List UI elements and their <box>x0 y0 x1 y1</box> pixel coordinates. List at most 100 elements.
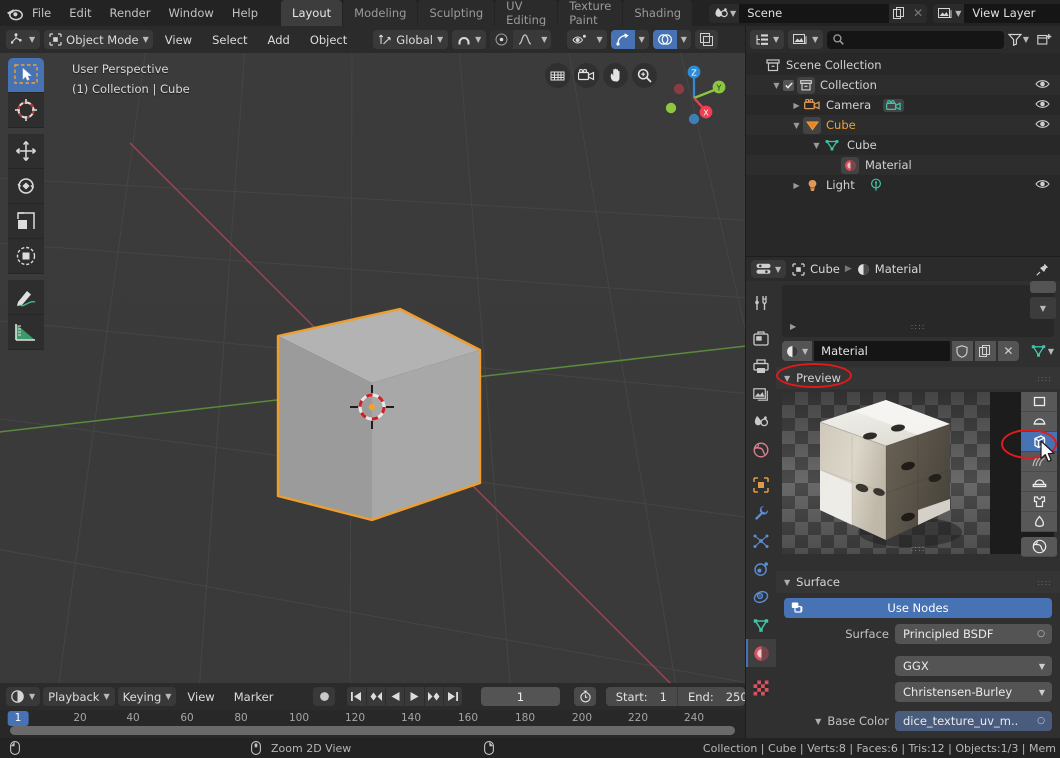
fake-user-shield-icon[interactable] <box>951 341 973 361</box>
gizmo-group[interactable]: ▼ <box>610 30 649 49</box>
preview-shape-sphere[interactable] <box>1021 412 1057 432</box>
surface-panel-collapse-icon[interactable]: ▼ <box>784 578 790 587</box>
proportional-editing-group[interactable]: ▼ <box>490 30 552 49</box>
overlays-dropdown-chevron-icon[interactable]: ▼ <box>677 30 691 49</box>
collection-visibility-eye-icon[interactable] <box>1035 78 1050 90</box>
menu-edit[interactable]: Edit <box>60 3 100 23</box>
gizmo-icon[interactable] <box>610 30 635 49</box>
workspace-tab-layout[interactable]: Layout <box>281 0 343 26</box>
properties-tab-modifier[interactable] <box>746 499 776 527</box>
properties-tab-material[interactable] <box>746 639 776 667</box>
outliner-search-input[interactable] <box>827 30 1004 49</box>
workspace-tab-sculpting[interactable]: Sculpting <box>418 0 495 26</box>
viewport-menu-view[interactable]: View <box>157 30 200 49</box>
transform-orientation-selector[interactable]: Global ▼ <box>373 30 449 49</box>
surface-panel-grip-icon[interactable]: :::: <box>1037 578 1052 587</box>
outliner-row-light[interactable]: ▶ Light <box>746 175 1060 195</box>
tool-scale[interactable] <box>8 204 44 239</box>
chevron-down-icon[interactable]: ▼ <box>1039 662 1045 671</box>
timeline-menu-keying[interactable]: Keying ▼ <box>117 687 177 706</box>
base-color-socket-icon[interactable]: ○ <box>1037 716 1045 726</box>
scene-name[interactable]: Scene <box>739 3 890 23</box>
expand-triangle-right-icon[interactable]: ▶ <box>790 101 803 110</box>
expand-triangle-down-icon[interactable]: ▼ <box>790 121 803 130</box>
breadcrumb-object-label[interactable]: Cube <box>810 262 840 276</box>
timeline-menu-playback[interactable]: Playback ▼ <box>43 687 115 706</box>
timeline-ruler[interactable]: 1 20 40 60 80 100 120 140 160 180 200 22… <box>0 710 745 738</box>
properties-tab-tool[interactable] <box>746 289 776 317</box>
view-layer-selector[interactable]: ▼ View Layer ✕ <box>933 3 1060 23</box>
scene-browse-icon[interactable]: ▼ <box>709 3 740 23</box>
menu-file[interactable]: File <box>23 3 60 23</box>
material-slot-specials-menu[interactable]: ▼ <box>1030 297 1056 319</box>
material-slot-grip-icon[interactable]: :::: <box>911 322 926 331</box>
outliner-row-collection[interactable]: ▼ Collection <box>746 75 1060 95</box>
scene-selector[interactable]: ▼ Scene ✕ <box>709 3 928 23</box>
properties-tab-object[interactable] <box>746 471 776 499</box>
blender-logo-icon[interactable] <box>6 3 23 23</box>
surface-panel-header[interactable]: ▼ Surface :::: <box>776 571 1060 593</box>
material-data-slot-icon[interactable]: ▼ <box>1031 344 1054 358</box>
visibility-group[interactable]: ▼ <box>567 30 607 49</box>
workspace-tab-texture-paint[interactable]: Texture Paint <box>558 0 623 27</box>
properties-tab-data[interactable] <box>746 611 776 639</box>
timeline-menu-view[interactable]: View <box>179 687 222 706</box>
editor-type-properties-icon[interactable]: ▼ <box>751 260 787 278</box>
start-frame-field[interactable]: Start: 1 <box>606 687 677 706</box>
light-visibility-eye-icon[interactable] <box>1035 178 1050 190</box>
prev-keyframe-icon[interactable] <box>365 687 385 706</box>
overlays-group[interactable]: ▼ <box>652 30 691 49</box>
current-frame-field[interactable]: 1 <box>480 687 560 706</box>
pan-hand-icon[interactable] <box>603 63 628 88</box>
menu-render[interactable]: Render <box>101 3 160 23</box>
camera-visibility-eye-icon[interactable] <box>1035 98 1050 110</box>
collection-checkbox[interactable] <box>783 79 794 91</box>
jump-start-icon[interactable] <box>347 687 366 706</box>
outliner-filter-button[interactable]: ▼ <box>1007 33 1029 46</box>
preview-panel-header[interactable]: ▼ Preview :::: <box>776 367 1060 389</box>
view-layer-name[interactable]: View Layer <box>964 3 1060 23</box>
surface-shader-socket-icon[interactable]: ○ <box>1037 629 1045 639</box>
use-preview-range-icon[interactable] <box>574 687 597 706</box>
material-preview-render[interactable]: :::: <box>782 392 1057 557</box>
view-layer-browse-icon[interactable]: ▼ <box>933 3 965 23</box>
material-slot-list[interactable]: ▶ :::: <box>782 285 1054 337</box>
tool-measure[interactable] <box>8 315 44 350</box>
properties-panel[interactable]: ▶ :::: ▼ ▼ Material ✕ ▼ ▼ Preview:::::… <box>776 281 1060 738</box>
tool-annotate[interactable] <box>8 280 44 315</box>
cube-visibility-eye-icon[interactable] <box>1035 118 1050 130</box>
zoom-magnifier-icon[interactable] <box>632 63 657 88</box>
viewport-menu-select[interactable]: Select <box>204 30 255 49</box>
workspace-tab-modeling[interactable]: Modeling <box>343 0 418 26</box>
use-nodes-button[interactable]: Use Nodes <box>784 598 1052 618</box>
camera-view-icon[interactable] <box>574 63 599 88</box>
viewport-3d[interactable]: User Perspective (1) Collection | Cube Z… <box>0 53 745 683</box>
record-keyframe-icon[interactable] <box>313 687 336 706</box>
surface-shader-value[interactable]: Principled BSDF ○ <box>895 624 1052 644</box>
base-color-expand-icon[interactable]: ▼ <box>815 717 821 726</box>
tool-move[interactable] <box>8 134 44 169</box>
next-keyframe-icon[interactable] <box>423 687 443 706</box>
subsurface-method-value[interactable]: Christensen-Burley ▼ <box>895 682 1052 702</box>
editor-type-timeline-icon[interactable]: ▼ <box>6 687 41 706</box>
workspace-tab-shading[interactable]: Shading <box>623 0 693 26</box>
unlink-material-icon[interactable]: ✕ <box>997 341 1019 361</box>
material-name-field[interactable]: Material <box>814 341 950 361</box>
properties-tab-scene[interactable] <box>746 408 776 436</box>
proportional-edit-icon[interactable] <box>490 30 514 49</box>
editor-type-outliner-icon[interactable]: ▼ <box>750 30 785 49</box>
preview-shape-cube[interactable] <box>1021 432 1057 452</box>
preview-shape-cloth[interactable] <box>1021 492 1057 512</box>
snapping-toggle[interactable]: ▼ <box>452 30 487 49</box>
preview-panel-grip-icon[interactable]: :::: <box>1037 374 1052 383</box>
viewport-menu-add[interactable]: Add <box>260 30 298 49</box>
play-reverse-icon[interactable] <box>385 687 404 706</box>
preview-shape-world[interactable] <box>1021 537 1057 557</box>
scene-duplicate-icon[interactable] <box>889 3 910 23</box>
material-slot-add-button[interactable] <box>1030 281 1056 293</box>
timeline-menu-marker[interactable]: Marker <box>226 687 282 706</box>
play-icon[interactable] <box>404 687 423 706</box>
properties-tab-particles[interactable] <box>746 527 776 555</box>
timeline-playhead[interactable]: 1 <box>7 711 29 726</box>
falloff-curve-icon[interactable] <box>513 30 537 49</box>
